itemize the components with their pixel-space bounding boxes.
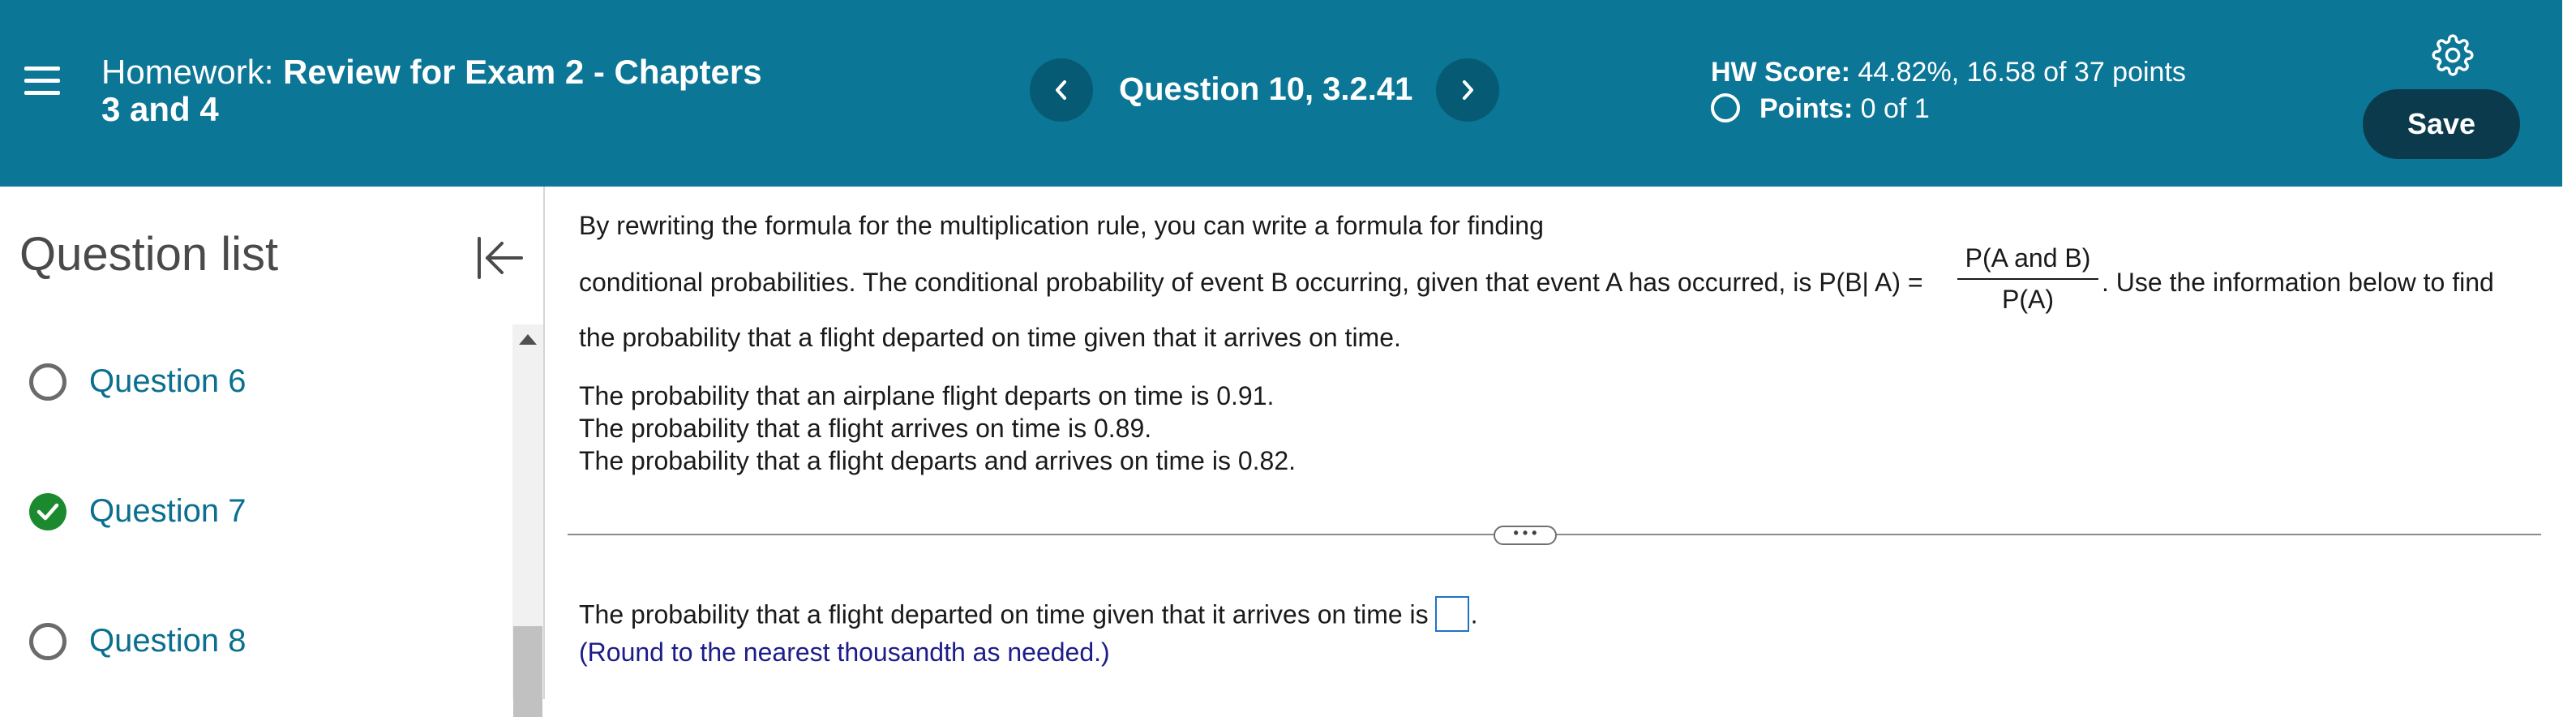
- answer-prompt: The probability that a flight departed o…: [579, 599, 1429, 629]
- homework-title-prefix: Homework:: [101, 53, 274, 91]
- fraction-numerator: P(A and B): [1965, 243, 2091, 273]
- question-text-line-2-end: . Use the information below to find: [2102, 268, 2494, 297]
- question-text-line-2: conditional probabilities. The condition…: [579, 268, 1923, 297]
- collapse-left-icon[interactable]: [474, 234, 523, 282]
- scroll-up-arrow-icon[interactable]: [519, 334, 537, 345]
- question-list-item-label: Question 7: [89, 493, 246, 529]
- question-list-scrollbar[interactable]: [512, 324, 543, 717]
- hamburger-menu-icon[interactable]: [24, 67, 60, 96]
- gear-icon[interactable]: [2432, 34, 2474, 76]
- current-question-label: Question 10, 3.2.41: [1119, 71, 1413, 107]
- answer-input[interactable]: [1434, 596, 1469, 632]
- question-content: By rewriting the formula for the multipl…: [546, 187, 2562, 699]
- fact-arrives-on-time: The probability that a flight arrives on…: [579, 414, 1152, 443]
- homework-title: Homework: Review for Exam 2 - Chapters 3…: [101, 54, 912, 128]
- unanswered-circle-icon: [29, 363, 66, 401]
- points-value: 0 of 1: [1860, 93, 1930, 124]
- window-edge: [2562, 0, 2576, 699]
- scrollbar-thumb[interactable]: [513, 626, 542, 717]
- answer-period: .: [1470, 599, 1478, 629]
- save-button[interactable]: Save: [2363, 89, 2520, 159]
- question-list-panel: Question list Question 6 Question 7 Ques…: [0, 187, 545, 717]
- chevron-right-icon: [1463, 80, 1473, 100]
- hw-score-value: 44.82%, 16.58 of 37 points: [1858, 57, 2186, 88]
- top-header: Homework: Review for Exam 2 - Chapters 3…: [0, 0, 2562, 187]
- question-text-line-1: By rewriting the formula for the multipl…: [579, 211, 1544, 240]
- points-label: Points:: [1759, 93, 1854, 124]
- rounding-hint: (Round to the nearest thousandth as need…: [579, 638, 1110, 667]
- hw-score: HW Score: 44.82%, 16.58 of 37 points: [1711, 57, 2186, 88]
- fraction-denominator: P(A): [2002, 285, 2054, 314]
- question-list-item-label: Question 6: [89, 363, 246, 399]
- expand-more-button[interactable]: • • •: [1494, 526, 1557, 545]
- question-points: Points: 0 of 1: [1711, 93, 1930, 125]
- conditional-probability-fraction: P(A and B) P(A): [1957, 243, 2098, 315]
- points-status-circle-icon: [1711, 93, 1740, 123]
- unanswered-circle-icon: [29, 623, 66, 660]
- homework-title-name-cont: 3 and 4: [101, 90, 219, 128]
- question-text-line-3: the probability that a flight departed o…: [579, 323, 1401, 352]
- question-list-item-label: Question 8: [89, 623, 246, 659]
- question-list-title: Question list: [19, 228, 279, 281]
- correct-checkmark-icon: [29, 493, 66, 530]
- fact-departs-on-time: The probability that an airplane flight …: [579, 381, 1275, 410]
- homework-title-name: Review for Exam 2 - Chapters: [283, 53, 762, 91]
- hw-score-label: HW Score:: [1711, 57, 1850, 88]
- next-question-button[interactable]: [1436, 58, 1499, 122]
- chevron-left-icon: [1056, 80, 1066, 100]
- previous-question-button[interactable]: [1030, 58, 1093, 122]
- answer-line: The probability that a flight departed o…: [579, 596, 1478, 634]
- fact-departs-and-arrives: The probability that a flight departs an…: [579, 446, 1297, 475]
